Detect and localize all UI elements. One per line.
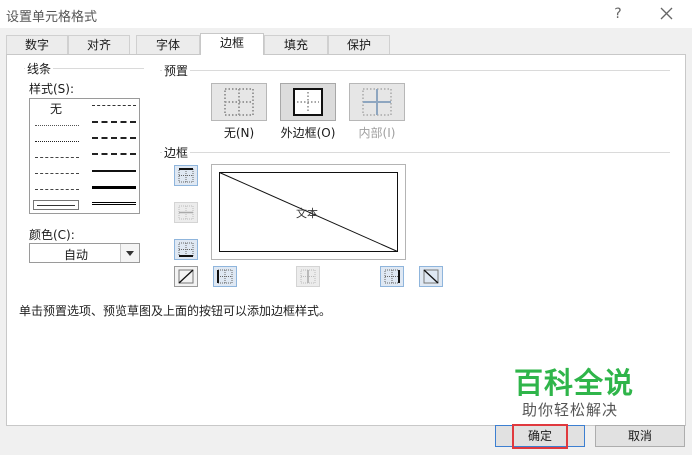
border-group-divider: [160, 152, 670, 153]
line-style-medium[interactable]: [92, 170, 136, 172]
line-group-label: 线条: [25, 60, 54, 77]
no-border-icon: [224, 88, 254, 116]
preset-none-label[interactable]: 无(N): [214, 124, 264, 141]
line-style-dash-dot-dot[interactable]: [35, 157, 79, 158]
line-style-none[interactable]: 无: [50, 100, 62, 117]
top-border-icon: [178, 168, 194, 183]
tab-alignment[interactable]: 对齐: [68, 35, 130, 54]
watermark-logo-text: 百科全说: [514, 366, 635, 400]
preset-outline-button[interactable]: [280, 83, 336, 121]
chevron-down-icon: [126, 251, 134, 256]
line-color-label: 颜色(C):: [29, 226, 75, 243]
line-color-select[interactable]: 自动: [29, 243, 140, 263]
line-style-thin-selected[interactable]: [33, 200, 79, 210]
outline-border-icon: [293, 88, 323, 116]
preset-none-button[interactable]: [211, 83, 267, 121]
tab-number[interactable]: 数字: [6, 35, 68, 54]
tab-border[interactable]: 边框: [200, 33, 264, 55]
border-left-button[interactable]: [213, 266, 237, 287]
hint-text: 单击预置选项、预览草图及上面的按钮可以添加边框样式。: [19, 304, 332, 318]
border-inside-horizontal-button: [174, 202, 198, 223]
border-diagonal-down-button[interactable]: [419, 266, 443, 287]
line-style-dash-dot[interactable]: [35, 173, 79, 174]
border-right-button[interactable]: [380, 266, 404, 287]
inside-vertical-border-icon: [300, 269, 316, 284]
line-style-thick[interactable]: [92, 186, 136, 189]
line-style-medium-dash-dot-dot[interactable]: [92, 105, 136, 106]
close-icon: [660, 7, 673, 20]
help-button[interactable]: ?: [606, 2, 630, 26]
line-style-dotted[interactable]: [35, 141, 79, 142]
title-bar: 设置单元格格式 ?: [0, 0, 692, 28]
line-style-hair[interactable]: [35, 125, 79, 126]
presets-group-label: 预置: [162, 62, 191, 79]
ok-button[interactable]: 确定: [495, 425, 585, 447]
bottom-border-icon: [178, 242, 194, 257]
dialog-title: 设置单元格格式: [6, 10, 98, 25]
inside-horizontal-border-icon: [178, 205, 194, 220]
watermark-slogan: 助你轻松解决: [522, 401, 619, 419]
line-style-medium-dashed[interactable]: [92, 153, 136, 155]
preset-inside-button[interactable]: [349, 83, 405, 121]
line-style-medium-dash-dot[interactable]: [92, 137, 136, 139]
presets-group-divider: [160, 70, 670, 71]
left-border-icon: [217, 269, 233, 284]
preset-inside-label: 内部(I): [358, 126, 396, 140]
tab-font[interactable]: 字体: [136, 35, 200, 54]
inside-border-icon: [362, 88, 392, 116]
right-border-icon: [384, 269, 400, 284]
tab-fill[interactable]: 填充: [264, 35, 328, 54]
border-diagonal-up-button[interactable]: [174, 266, 198, 287]
border-top-button[interactable]: [174, 165, 198, 186]
preset-outline-label[interactable]: 外边框(O): [276, 124, 340, 141]
border-group-label: 边框: [162, 144, 191, 161]
border-bottom-button[interactable]: [174, 239, 198, 260]
line-style-list[interactable]: 无: [29, 98, 140, 214]
line-style-double[interactable]: [92, 202, 136, 205]
line-style-slant-dash-dot[interactable]: [92, 121, 136, 123]
preview-sample-text: 文本: [296, 207, 318, 220]
line-color-dropdown[interactable]: [120, 244, 139, 262]
line-color-value: 自动: [63, 248, 88, 262]
line-style-label: 样式(S):: [29, 80, 75, 97]
tab-protection[interactable]: 保护: [328, 35, 390, 54]
diagonal-up-border-icon: [178, 269, 194, 284]
cancel-button[interactable]: 取消: [595, 425, 685, 447]
diagonal-down-border-icon: [423, 269, 439, 284]
border-inside-vertical-button: [296, 266, 320, 287]
close-button[interactable]: [652, 2, 682, 26]
line-style-dashed[interactable]: [35, 189, 79, 190]
